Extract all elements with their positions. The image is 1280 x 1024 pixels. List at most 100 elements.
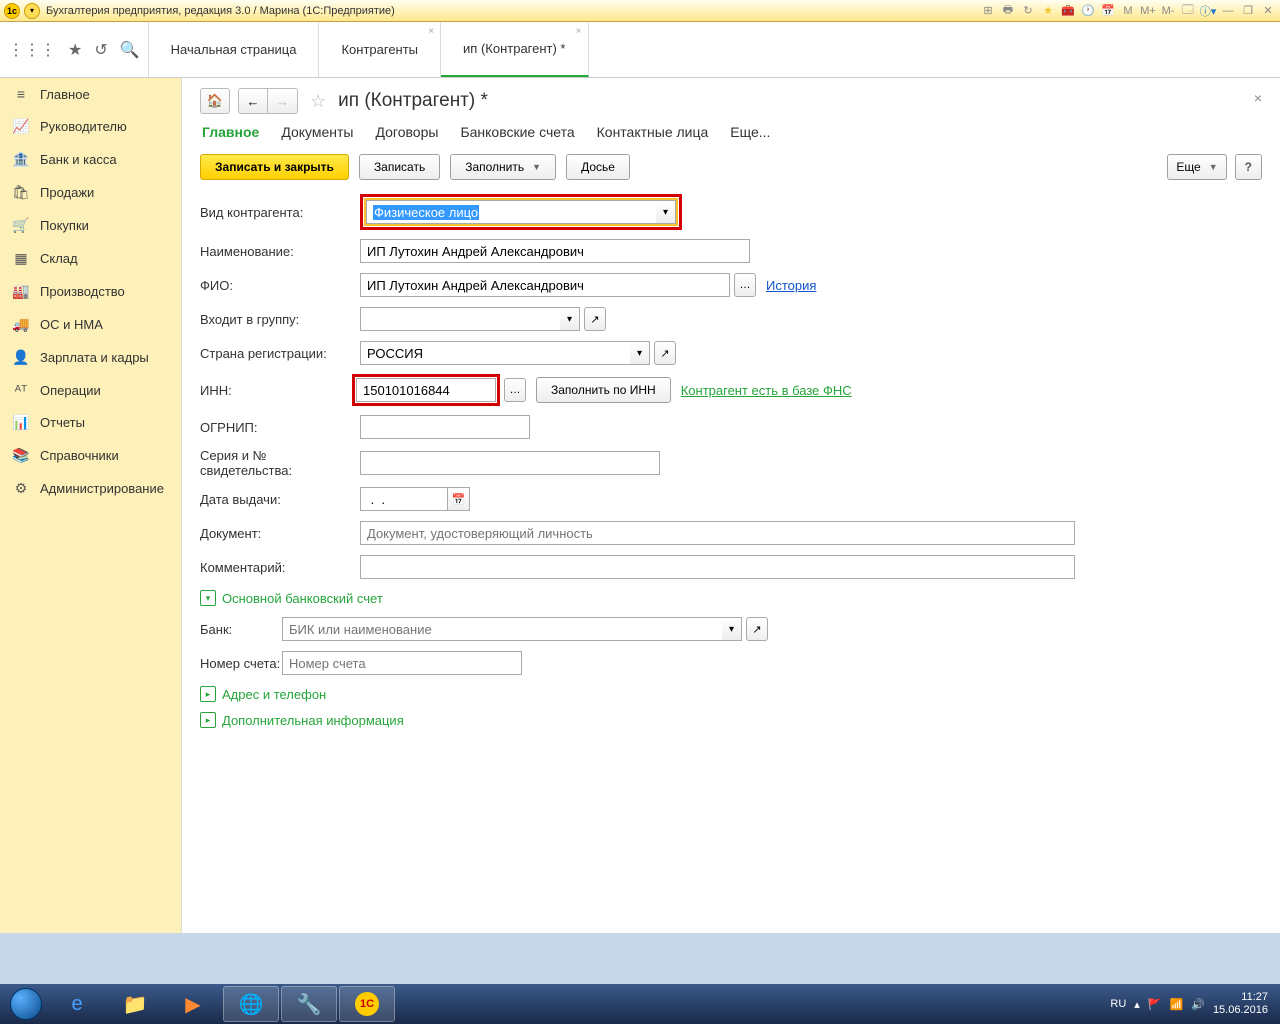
- inn-input[interactable]: [356, 378, 496, 402]
- ogrnip-input[interactable]: [360, 415, 530, 439]
- group-input[interactable]: [360, 307, 560, 331]
- subtab-contacts[interactable]: Контактные лица: [597, 122, 709, 142]
- back-button[interactable]: ←: [238, 88, 268, 114]
- fio-input[interactable]: [360, 273, 730, 297]
- country-input[interactable]: [360, 341, 630, 365]
- taskbar-media[interactable]: ▶: [165, 986, 221, 1022]
- taskbar-app[interactable]: 🔧: [281, 986, 337, 1022]
- sidebar-item-warehouse[interactable]: ▦Склад: [0, 242, 181, 275]
- highlight-kind: Физическое лицо ▾: [360, 194, 682, 230]
- minimize-icon[interactable]: —: [1220, 4, 1236, 18]
- cert-input[interactable]: [360, 451, 660, 475]
- sidebar-item-admin[interactable]: ⚙Администрирование: [0, 472, 181, 505]
- start-button[interactable]: [4, 986, 48, 1022]
- m-minus-icon[interactable]: M-: [1160, 4, 1176, 18]
- sidebar-item-production[interactable]: 🏭Производство: [0, 275, 181, 308]
- subtab-contracts[interactable]: Договоры: [376, 122, 439, 142]
- lang-indicator[interactable]: RU: [1110, 998, 1126, 1010]
- kind-dropdown-icon[interactable]: ▾: [656, 200, 676, 224]
- tray-up-icon[interactable]: ▴: [1134, 998, 1140, 1011]
- network-icon[interactable]: 📶: [1170, 998, 1184, 1011]
- chrome-icon: 🌐: [239, 992, 264, 1017]
- speaker-icon[interactable]: 🔊: [1191, 998, 1205, 1011]
- country-dropdown-icon[interactable]: ▾: [630, 341, 650, 365]
- dossier-button[interactable]: Досье: [566, 154, 630, 180]
- country-open-button[interactable]: ↗: [654, 341, 676, 365]
- document-input[interactable]: [360, 521, 1075, 545]
- fio-ellipsis-button[interactable]: …: [734, 273, 756, 297]
- name-input[interactable]: [360, 239, 750, 263]
- taskbar-ie[interactable]: e: [49, 986, 105, 1022]
- issue-date-input[interactable]: [360, 487, 448, 511]
- sidebar-item-assets[interactable]: 🚚ОС и НМА: [0, 308, 181, 341]
- taskbar-1c[interactable]: 1C: [339, 986, 395, 1022]
- sidebar-item-salary[interactable]: 👤Зарплата и кадры: [0, 341, 181, 374]
- subtab-documents[interactable]: Документы: [281, 122, 353, 142]
- comment-input[interactable]: [360, 555, 1075, 579]
- history-link[interactable]: История: [766, 278, 816, 293]
- close-page-button[interactable]: ×: [1254, 90, 1262, 106]
- print-icon[interactable]: 🖶: [1000, 4, 1016, 18]
- calendar-icon[interactable]: 📅: [1100, 4, 1116, 18]
- forward-button[interactable]: →: [268, 88, 298, 114]
- sidebar-item-main[interactable]: ≡Главное: [0, 78, 181, 110]
- sidebar-item-reports[interactable]: 📊Отчеты: [0, 406, 181, 439]
- row-ogrnip: ОГРНИП:: [200, 414, 1262, 440]
- account-input[interactable]: [282, 651, 522, 675]
- sidebar-item-purchases[interactable]: 🛒Покупки: [0, 209, 181, 242]
- clock[interactable]: 11:27 15.06.2016: [1213, 991, 1268, 1017]
- close-icon[interactable]: ✕: [1260, 4, 1276, 18]
- home-button[interactable]: 🏠: [200, 88, 230, 114]
- panels-icon[interactable]: 🗔: [1180, 4, 1196, 18]
- sidebar-item-operations[interactable]: ᴬᵀОперации: [0, 374, 181, 406]
- taskbar-explorer[interactable]: 📁: [107, 986, 163, 1022]
- fill-by-inn-button[interactable]: Заполнить по ИНН: [536, 377, 671, 403]
- star-icon[interactable]: ★: [1040, 4, 1056, 18]
- maximize-icon[interactable]: ❐: [1240, 4, 1256, 18]
- m-icon[interactable]: M: [1120, 4, 1136, 18]
- inn-status-link[interactable]: Контрагент есть в базе ФНС: [681, 383, 852, 398]
- more-button[interactable]: Еще▼: [1167, 154, 1226, 180]
- calendar-icon[interactable]: 📅: [448, 487, 470, 511]
- toolbox-icon[interactable]: 🧰: [1060, 4, 1076, 18]
- clock-icon[interactable]: 🕐: [1080, 4, 1096, 18]
- section-bank-account[interactable]: ▾ Основной банковский счет: [200, 590, 1262, 606]
- fill-button[interactable]: Заполнить▼: [450, 154, 556, 180]
- taskbar-chrome[interactable]: 🌐: [223, 986, 279, 1022]
- m-plus-icon[interactable]: M+: [1140, 4, 1156, 18]
- subtab-bank-accounts[interactable]: Банковские счета: [460, 122, 574, 142]
- apps-grid-icon[interactable]: ⋮⋮⋮: [8, 40, 56, 60]
- tab-contractors[interactable]: Контрагенты×: [319, 22, 441, 77]
- favorite-star-icon[interactable]: ☆: [310, 91, 326, 112]
- kind-select[interactable]: Физическое лицо: [366, 200, 656, 224]
- sidebar-item-bank[interactable]: 🏦Банк и касса: [0, 143, 181, 176]
- subtab-more[interactable]: Еще...: [730, 122, 770, 142]
- history-icon[interactable]: ↺: [94, 40, 107, 60]
- sidebar-item-sales[interactable]: 🛍Продажи: [0, 176, 181, 209]
- flag-icon[interactable]: 🚩: [1148, 998, 1162, 1011]
- section-extra[interactable]: ▸ Дополнительная информация: [200, 712, 1262, 728]
- bank-input[interactable]: [282, 617, 722, 641]
- app-menu-dropdown-icon[interactable]: ▾: [24, 3, 40, 19]
- save-button[interactable]: Записать: [359, 154, 440, 180]
- group-dropdown-icon[interactable]: ▾: [560, 307, 580, 331]
- bank-dropdown-icon[interactable]: ▾: [722, 617, 742, 641]
- tab-start-page[interactable]: Начальная страница: [149, 22, 320, 77]
- tab-close-icon[interactable]: ×: [576, 26, 582, 37]
- section-address[interactable]: ▸ Адрес и телефон: [200, 686, 1262, 702]
- calc-icon[interactable]: ⊞: [980, 4, 996, 18]
- tab-close-icon[interactable]: ×: [428, 26, 434, 37]
- bank-open-button[interactable]: ↗: [746, 617, 768, 641]
- search-icon[interactable]: 🔍: [120, 40, 140, 60]
- save-close-button[interactable]: Записать и закрыть: [200, 154, 349, 180]
- subtab-main[interactable]: Главное: [202, 122, 259, 142]
- sidebar-item-catalogs[interactable]: 📚Справочники: [0, 439, 181, 472]
- favorite-icon[interactable]: ★: [68, 40, 82, 60]
- sidebar-item-manager[interactable]: 📈Руководителю: [0, 110, 181, 143]
- info-icon[interactable]: ⓘ▾: [1200, 4, 1216, 18]
- help-button[interactable]: ?: [1235, 154, 1262, 180]
- tab-ip-contractor[interactable]: ип (Контрагент) *×: [441, 22, 588, 77]
- inn-ellipsis-button[interactable]: …: [504, 378, 526, 402]
- refresh-icon[interactable]: ↻: [1020, 4, 1036, 18]
- group-open-button[interactable]: ↗: [584, 307, 606, 331]
